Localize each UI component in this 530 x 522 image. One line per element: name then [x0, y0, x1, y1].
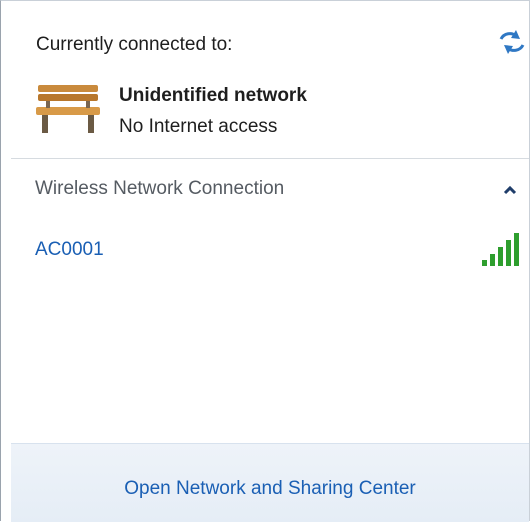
flyout-footer: Open Network and Sharing Center: [11, 443, 529, 522]
wifi-network-item[interactable]: AC0001: [11, 227, 529, 275]
open-network-sharing-center-link[interactable]: Open Network and Sharing Center: [11, 478, 529, 500]
wifi-network-name: AC0001: [35, 239, 104, 260]
network-flyout: Currently connected to: Unidentified net…: [0, 0, 530, 522]
wifi-signal-bars-icon: [480, 230, 522, 268]
wireless-section-header[interactable]: Wireless Network Connection: [11, 173, 529, 209]
network-status: No Internet access: [119, 116, 278, 137]
refresh-button[interactable]: [495, 27, 529, 57]
chevron-up-icon[interactable]: [499, 179, 521, 201]
wireless-section-label: Wireless Network Connection: [35, 178, 285, 199]
park-bench-icon: [32, 79, 104, 137]
network-name: Unidentified network: [119, 85, 307, 106]
currently-connected-label: Currently connected to:: [36, 34, 233, 55]
refresh-arrows-icon: [499, 30, 525, 54]
section-divider: [11, 158, 529, 159]
